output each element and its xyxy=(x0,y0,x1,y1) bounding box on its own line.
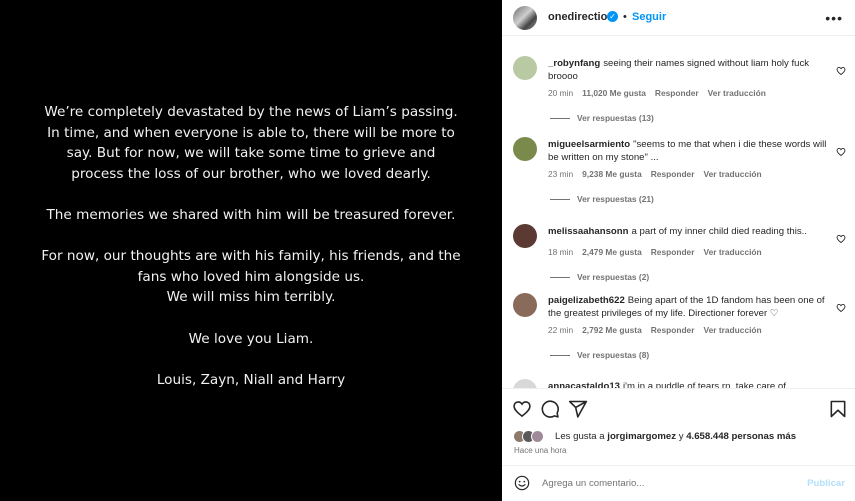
post-timestamp: Hace una hora xyxy=(514,446,567,455)
comment-text: annacastaldo13 i'm in a puddle of tears r… xyxy=(548,380,828,388)
statement-line: For now, our thoughts are with his famil… xyxy=(41,248,461,265)
statement-line: process the loss of our brother, who we … xyxy=(71,165,431,182)
post-sidebar: onedirection ✓ • Seguir ••• _robynfang se… xyxy=(502,0,855,501)
comment-likes-link[interactable]: 11,020 Me gusta xyxy=(582,88,646,98)
comment-text: paigelizabeth622 Being apart of the 1D fa… xyxy=(548,294,828,320)
comment-item: migueelsarmiento "seems to me that when i… xyxy=(502,137,855,217)
verified-badge-icon: ✓ xyxy=(607,11,618,22)
comment-likes-link[interactable]: 9,238 Me gusta xyxy=(582,169,642,179)
comment-text: melissaahansonn a part of my inner child … xyxy=(548,225,828,238)
statement-line: We’re completely devastated by the news … xyxy=(44,104,458,120)
commenter-avatar[interactable] xyxy=(513,224,537,248)
comment-text: _robynfang seeing their names signed with… xyxy=(548,57,828,83)
comment-time: 20 min xyxy=(548,88,574,98)
statement-line: We will miss him terribly. xyxy=(166,289,336,306)
likes-prefix: Les gusta a xyxy=(555,431,608,442)
statement-line: We love you Liam. xyxy=(188,330,314,347)
comment-time: 18 min xyxy=(548,247,574,257)
comment-meta: 18 min 2,479 Me gusta Responder Ver traducc… xyxy=(548,247,771,257)
post-header: onedirection ✓ • Seguir ••• xyxy=(502,0,855,36)
comment-likes-link[interactable]: 2,479 Me gusta xyxy=(582,247,642,257)
commenter-avatar[interactable] xyxy=(513,137,537,161)
profile-avatar[interactable] xyxy=(513,6,537,30)
comment-text: migueelsarmiento "seems to me that when i… xyxy=(548,138,828,164)
comment-time: 23 min xyxy=(548,169,574,179)
view-replies-label: Ver respuestas (2) xyxy=(577,272,650,282)
likes-text: Les gusta a jorgimargomez y 4.658.448 pe… xyxy=(555,431,796,442)
view-replies-label: Ver respuestas (21) xyxy=(577,194,654,204)
statement-line: say. But for now, we will take some time… xyxy=(66,145,436,162)
comment-meta: 22 min 2,792 Me gusta Responder Ver traducc… xyxy=(548,325,771,335)
replies-divider xyxy=(550,355,570,357)
likes-connector: y xyxy=(676,431,687,442)
statement-paragraph: For now, our thoughts are with his famil… xyxy=(0,246,502,308)
statement-line: The memories we shared with him will be … xyxy=(46,206,456,223)
reply-button[interactable]: Responder xyxy=(651,247,695,257)
separator-dot: • xyxy=(623,11,627,23)
paper-plane-icon[interactable] xyxy=(568,399,588,419)
reply-button[interactable]: Responder xyxy=(655,88,699,98)
heart-outline-icon[interactable] xyxy=(836,234,846,244)
commenter-username-link[interactable]: paigelizabeth622 xyxy=(548,295,625,306)
statement-paragraph: Louis, Zayn, Niall and Harry xyxy=(0,370,502,391)
comment-body: i'm in a puddle of tears rn, take care o… xyxy=(623,381,786,388)
view-replies-button[interactable]: Ver respuestas (13) xyxy=(550,113,654,123)
comment-likes-link[interactable]: 2,792 Me gusta xyxy=(582,325,642,335)
translate-button[interactable]: Ver traducción xyxy=(703,325,761,335)
commenter-username-link[interactable]: _robynfang xyxy=(548,58,600,69)
view-replies-button[interactable]: Ver respuestas (8) xyxy=(550,350,649,360)
view-replies-label: Ver respuestas (13) xyxy=(577,113,654,123)
smiley-icon[interactable] xyxy=(514,475,530,491)
add-comment-bar: Publicar xyxy=(502,465,855,501)
translate-button[interactable]: Ver traducción xyxy=(708,88,766,98)
statement-paragraph: The memories we shared with him will be … xyxy=(0,205,502,226)
comment-meta: 23 min 9,238 Me gusta Responder Ver traducc… xyxy=(548,169,771,179)
liker-username-link[interactable]: jorgimargomez xyxy=(607,431,676,442)
comments-list[interactable]: _robynfang seeing their names signed with… xyxy=(502,48,855,388)
translate-button[interactable]: Ver traducción xyxy=(703,247,761,257)
replies-divider xyxy=(550,118,570,120)
post-comment-button[interactable]: Publicar xyxy=(807,478,845,489)
follow-button[interactable]: Seguir xyxy=(632,11,666,23)
comment-item: melissaahansonn a part of my inner child … xyxy=(502,224,855,304)
statement-line: Louis, Zayn, Niall and Harry xyxy=(156,371,346,388)
comment-time: 22 min xyxy=(548,325,574,335)
reply-button[interactable]: Responder xyxy=(651,169,695,179)
reply-button[interactable]: Responder xyxy=(651,325,695,335)
bookmark-icon[interactable] xyxy=(828,399,848,419)
statement-line: In time, and when everyone is able to, t… xyxy=(47,124,455,141)
statement-line: fans who loved him alongside us. xyxy=(137,268,365,285)
liker-avatar[interactable] xyxy=(531,430,544,443)
post-image: We’re completely devastated by the news … xyxy=(0,0,502,501)
more-options-icon[interactable]: ••• xyxy=(825,10,843,26)
commenter-username-link[interactable]: annacastaldo13 xyxy=(548,381,620,388)
heart-outline-icon[interactable] xyxy=(836,147,846,157)
commenter-avatar[interactable] xyxy=(513,379,537,388)
replies-divider xyxy=(550,277,570,279)
likes-count-link[interactable]: 4.658.448 personas más xyxy=(686,431,796,442)
statement-paragraph: We love you Liam. xyxy=(0,329,502,350)
comment-meta: 20 min 11,020 Me gusta Responder Ver traduc… xyxy=(548,88,775,98)
comment-item: _robynfang seeing their names signed with… xyxy=(502,56,855,136)
replies-divider xyxy=(550,199,570,201)
comment-bubble-icon[interactable] xyxy=(540,399,560,419)
statement-paragraph: We’re completely devastated by the news … xyxy=(0,102,502,184)
comment-body: a part of my inner child died reading th… xyxy=(631,226,807,237)
view-replies-button[interactable]: Ver respuestas (21) xyxy=(550,194,654,204)
heart-outline-icon[interactable] xyxy=(512,399,532,419)
commenter-avatar[interactable] xyxy=(513,56,537,80)
statement-text: We’re completely devastated by the news … xyxy=(0,102,502,411)
comment-item: paigelizabeth622 Being apart of the 1D fa… xyxy=(502,293,855,373)
translate-button[interactable]: Ver traducción xyxy=(703,169,761,179)
commenter-avatar[interactable] xyxy=(513,293,537,317)
comment-item: annacastaldo13 i'm in a puddle of tears r… xyxy=(502,379,855,388)
view-replies-button[interactable]: Ver respuestas (2) xyxy=(550,272,649,282)
heart-outline-icon[interactable] xyxy=(836,66,846,76)
comment-input[interactable] xyxy=(542,475,792,491)
view-replies-label: Ver respuestas (8) xyxy=(577,350,650,360)
commenter-username-link[interactable]: migueelsarmiento xyxy=(548,139,630,150)
username-link[interactable]: onedirection xyxy=(548,11,614,23)
heart-outline-icon[interactable] xyxy=(836,303,846,313)
commenter-username-link[interactable]: melissaahansonn xyxy=(548,226,629,237)
